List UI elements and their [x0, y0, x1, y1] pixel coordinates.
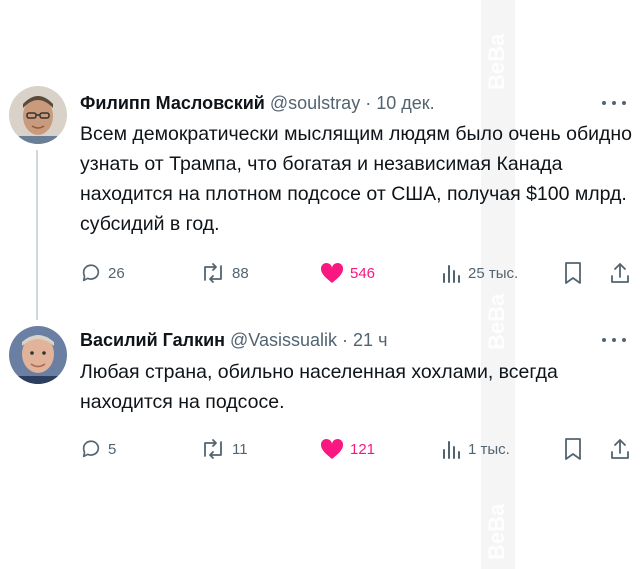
retweet-button[interactable]: 88	[200, 259, 249, 287]
reply-button[interactable]: 5	[80, 435, 116, 463]
avatar[interactable]	[9, 86, 67, 144]
reply-button[interactable]: 26	[80, 259, 125, 287]
share-button[interactable]	[609, 259, 631, 287]
more-options-icon[interactable]	[602, 93, 626, 113]
author-handle[interactable]: @Vasissualik	[230, 330, 337, 350]
action-bar: 5 11 121 1 тыс.	[80, 435, 632, 463]
reply-icon	[82, 264, 100, 282]
bookmark-icon	[565, 262, 581, 284]
views-button[interactable]: 25 тыс.	[440, 259, 518, 287]
tweet-text: Любая страна, обильно населенная хохлами…	[80, 361, 558, 413]
watermark-text: BeBa	[484, 293, 509, 350]
like-count: 546	[350, 264, 376, 282]
reply-count: 26	[108, 264, 125, 282]
views-button[interactable]: 1 тыс.	[440, 435, 510, 463]
reply-count: 5	[108, 440, 117, 458]
bookmark-icon	[565, 438, 581, 460]
tweet-1[interactable]: Филипп Масловский @soulstray · 10 дек. В…	[0, 0, 640, 320]
heart-icon	[320, 438, 344, 459]
reply-icon	[82, 440, 100, 458]
views-icon	[443, 441, 460, 459]
like-count: 121	[350, 440, 376, 458]
like-button[interactable]: 546	[320, 259, 375, 287]
action-bar: 26 88 546 25 тыс.	[80, 259, 632, 287]
retweet-count: 11	[232, 440, 248, 458]
share-icon	[611, 439, 629, 459]
separator-dot: ·	[342, 330, 349, 350]
thread-line	[36, 150, 38, 320]
tweet-header: Филипп Масловский @soulstray · 10 дек.	[80, 92, 435, 114]
retweet-button[interactable]: 11	[200, 435, 248, 463]
heart-icon	[320, 262, 344, 283]
retweet-icon	[204, 439, 222, 459]
share-icon	[611, 263, 629, 283]
views-count: 1 тыс.	[468, 440, 510, 458]
tweet-2[interactable]: Василий Галкин @Vasissualik · 21 ч Любая…	[0, 320, 640, 480]
bookmark-button[interactable]	[563, 435, 583, 463]
timestamp[interactable]: 21 ч	[353, 330, 387, 350]
views-icon	[443, 265, 460, 283]
more-options-icon[interactable]	[602, 330, 626, 350]
watermark-text: BeBa	[484, 33, 509, 90]
share-button[interactable]	[609, 435, 631, 463]
like-button[interactable]: 121	[320, 435, 375, 463]
timestamp[interactable]: 10 дек.	[376, 93, 434, 113]
separator-dot: ·	[365, 93, 372, 113]
avatar[interactable]	[9, 326, 67, 384]
retweet-icon	[204, 263, 222, 283]
author-handle[interactable]: @soulstray	[270, 93, 360, 113]
retweet-count: 88	[232, 264, 249, 282]
watermark-text: BeBa	[484, 503, 509, 560]
views-count: 25 тыс.	[468, 264, 519, 282]
author-name[interactable]: Василий Галкин	[80, 330, 225, 350]
tweet-text: Всем демократически мыслящим людям было …	[80, 123, 633, 235]
bookmark-button[interactable]	[563, 259, 583, 287]
author-name[interactable]: Филипп Масловский	[80, 93, 265, 113]
tweet-header: Василий Галкин @Vasissualik · 21 ч	[80, 329, 387, 351]
